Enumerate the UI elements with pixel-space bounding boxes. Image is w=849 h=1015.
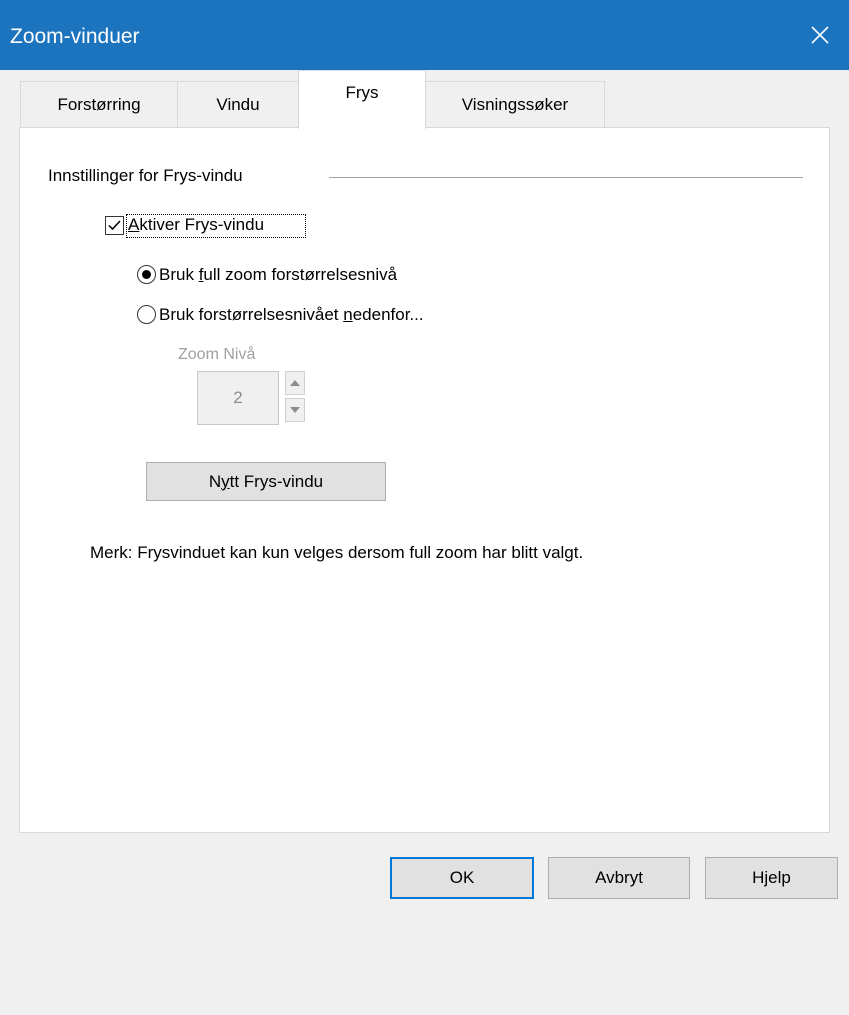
radio-below-level-label[interactable]: Bruk forstørrelsesnivået nedenfor... xyxy=(159,305,424,325)
radio-full-zoom-label[interactable]: Bruk full zoom forstørrelsesnivå xyxy=(159,265,397,285)
tab-vindu[interactable]: Vindu xyxy=(177,81,299,127)
ok-button[interactable]: OK xyxy=(390,857,534,899)
title-bar: Zoom-vinduer xyxy=(0,0,849,70)
tab-visningssoker[interactable]: Visningssøker xyxy=(425,81,605,127)
tab-label: Visningssøker xyxy=(461,94,569,114)
note-text: Merk: Frysvinduet kan kun velges dersom … xyxy=(90,543,584,562)
help-button[interactable]: Hjelp xyxy=(705,857,838,899)
radio-selected-dot xyxy=(142,270,151,279)
tab-label: Frys xyxy=(345,83,379,102)
button-label: Nytt Frys-vindu xyxy=(208,471,324,491)
window-title: Zoom-vinduer xyxy=(10,25,140,48)
cancel-button[interactable]: Avbryt xyxy=(548,857,690,899)
checkmark-icon xyxy=(108,220,121,231)
zoom-level-label: Zoom Nivå xyxy=(178,346,256,363)
group-divider xyxy=(329,177,803,178)
tab-label: Forstørring xyxy=(57,94,141,114)
spin-up-button[interactable] xyxy=(285,371,305,395)
enable-freeze-label[interactable]: Aktiver Frys-vindu xyxy=(128,215,264,235)
spin-down-button[interactable] xyxy=(285,398,305,422)
enable-freeze-checkbox[interactable] xyxy=(105,216,124,235)
button-label: Avbryt xyxy=(595,868,643,887)
arrow-up-icon xyxy=(290,380,300,386)
tab-label: Vindu xyxy=(216,94,260,114)
tab-forstorring[interactable]: Forstørring xyxy=(20,81,178,127)
arrow-down-icon xyxy=(290,407,300,413)
zoom-level-field[interactable]: 2 xyxy=(197,371,279,425)
tab-frys[interactable]: Frys xyxy=(298,70,426,129)
new-freeze-window-button[interactable]: Nytt Frys-vindu xyxy=(146,462,386,501)
tab-panel-frys: Innstillinger for Frys-vindu Aktiver Fry… xyxy=(19,127,830,833)
button-label: OK xyxy=(449,868,475,887)
button-label: Hjelp xyxy=(752,868,791,887)
radio-full-zoom[interactable] xyxy=(137,265,156,284)
radio-below-level[interactable] xyxy=(137,305,156,324)
close-icon[interactable] xyxy=(791,0,849,70)
group-label: Innstillinger for Frys-vindu xyxy=(48,166,243,185)
